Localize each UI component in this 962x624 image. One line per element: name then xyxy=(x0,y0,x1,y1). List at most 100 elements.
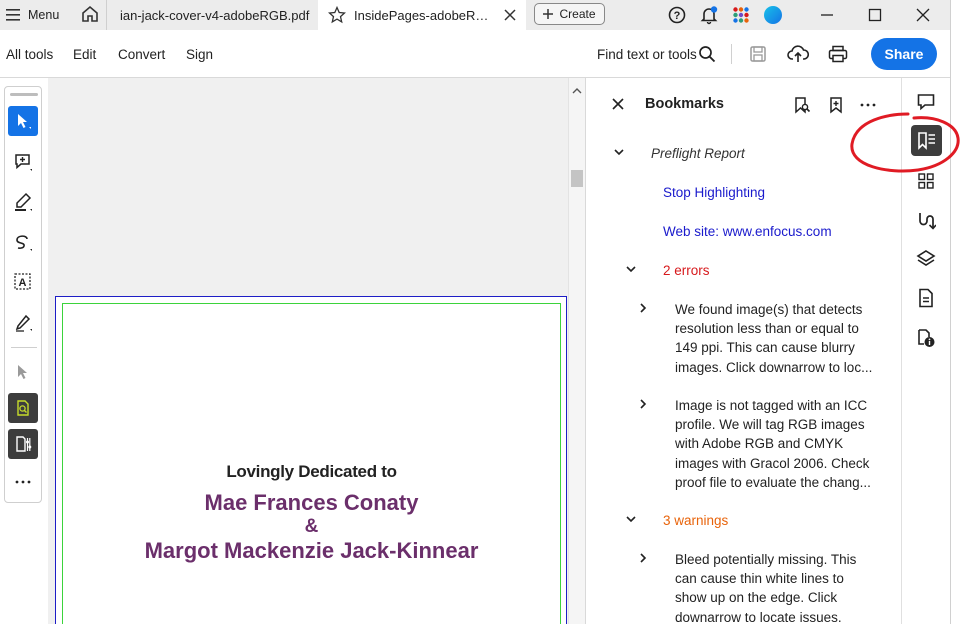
close-icon[interactable] xyxy=(612,98,624,110)
add-comment-tool[interactable] xyxy=(8,147,38,177)
bookmark-stop-highlighting[interactable]: Stop Highlighting xyxy=(663,183,765,202)
bookmark-preflight-report[interactable]: Preflight Report xyxy=(651,144,745,163)
panel-more-button[interactable] xyxy=(858,95,878,115)
layers-icon xyxy=(916,250,936,266)
bookmark-warning-bleed[interactable]: Bleed potentially missing. This can caus… xyxy=(675,550,880,624)
rail-bookmarks[interactable] xyxy=(911,125,942,156)
tab-label: InsidePages-adobeRGB.pdf xyxy=(354,7,494,23)
close-icon[interactable] xyxy=(502,7,518,23)
draw-tool[interactable] xyxy=(8,227,38,257)
find-text-or-tools[interactable]: Find text or tools xyxy=(597,47,697,62)
document-icon xyxy=(919,288,933,308)
dedication-heading: Lovingly Dedicated to xyxy=(226,462,397,481)
notifications-button[interactable] xyxy=(698,4,720,26)
pointer-icon xyxy=(18,365,27,379)
freehand-icon xyxy=(16,235,32,251)
text-box-tool[interactable]: A xyxy=(8,267,38,297)
menu-button[interactable]: Menu xyxy=(6,6,59,24)
more-icon xyxy=(860,103,876,107)
document-view[interactable]: Lovingly Dedicated to Mae Frances Conaty… xyxy=(48,78,568,624)
pdf-page: Lovingly Dedicated to Mae Frances Conaty… xyxy=(55,296,567,624)
bookmark-web-site[interactable]: Web site: www.enfocus.com xyxy=(663,222,832,241)
bookmark-line: Image is not tagged with an ICC xyxy=(675,398,868,413)
rail-comments[interactable] xyxy=(914,90,938,114)
rail-document-properties[interactable] xyxy=(914,326,938,350)
chevron-down-icon[interactable] xyxy=(625,513,637,525)
rail-document[interactable] xyxy=(914,286,938,310)
minimize-icon xyxy=(821,14,833,16)
scrollbar-thumb[interactable] xyxy=(571,170,583,187)
cursor-icon xyxy=(18,114,31,129)
rail-layers[interactable] xyxy=(914,247,938,271)
svg-text:A: A xyxy=(19,277,27,289)
help-button[interactable]: ? xyxy=(666,4,688,26)
select-object-tool[interactable] xyxy=(8,357,38,387)
preflight-tool[interactable] xyxy=(8,393,38,423)
tool-edit[interactable]: Edit xyxy=(73,47,96,62)
dedication-name-1: Mae Frances Conaty xyxy=(204,490,419,515)
chevron-right-icon[interactable] xyxy=(637,398,649,410)
bookmark-error-resolution[interactable]: We found image(s) that detects resolutio… xyxy=(675,300,880,377)
upload-button[interactable] xyxy=(787,43,809,65)
compare-icon xyxy=(919,213,936,230)
search-button[interactable] xyxy=(696,43,718,65)
document-scrollbar[interactable] xyxy=(568,78,585,624)
bookmark-line: Bleed potentially missing. This xyxy=(675,552,857,567)
rail-thumbnails[interactable] xyxy=(914,169,938,193)
bookmark-line: profile. We will tag RGB images xyxy=(675,417,865,433)
chevron-right-icon[interactable] xyxy=(637,302,649,314)
apps-button[interactable] xyxy=(730,4,752,26)
dedication-ampersand: & xyxy=(304,516,319,537)
title-bar: Menu ian-jack-cover-v4-adobeRGB.pdf Insi… xyxy=(0,0,962,30)
bookmark-line: images with Gracol 2006. Check xyxy=(675,455,870,471)
drag-handle[interactable] xyxy=(10,93,38,96)
search-icon xyxy=(699,46,716,63)
save-button[interactable] xyxy=(747,43,769,65)
bookmark-line: show up on the edge. Click xyxy=(675,590,838,606)
chevron-down-icon[interactable] xyxy=(625,263,637,275)
comment-add-icon xyxy=(15,154,32,171)
chevron-down-icon[interactable] xyxy=(613,146,625,158)
highlight-tool[interactable] xyxy=(8,187,38,217)
right-rail xyxy=(901,78,950,624)
bookmark-warnings[interactable]: 3 warnings xyxy=(663,511,728,530)
panel-title: Bookmarks xyxy=(645,96,724,112)
chevron-right-icon[interactable] xyxy=(637,552,649,564)
print-icon xyxy=(828,45,848,63)
dedication-name-2: Margot Mackenzie Jack-Kinnear xyxy=(144,538,479,563)
home-button[interactable] xyxy=(80,4,100,24)
hamburger-icon xyxy=(6,9,20,21)
minimize-button[interactable] xyxy=(816,4,838,26)
print-button[interactable] xyxy=(827,43,849,65)
bookmark-errors[interactable]: 2 errors xyxy=(663,261,710,280)
tool-convert[interactable]: Convert xyxy=(118,47,165,62)
sign-tool[interactable] xyxy=(8,307,38,337)
bookmark-line: images. Click downarrow to loc... xyxy=(675,359,873,375)
bookmark-add-icon xyxy=(830,97,842,114)
plus-icon xyxy=(543,9,554,19)
upload-icon xyxy=(787,45,809,62)
rail-compare[interactable] xyxy=(914,209,938,233)
more-tools-button[interactable] xyxy=(8,467,38,497)
bookmark-line: can cause thin white lines to xyxy=(675,571,844,587)
document-settings-icon xyxy=(16,436,32,452)
star-icon[interactable] xyxy=(328,6,346,24)
profile-button[interactable] xyxy=(762,4,784,26)
share-button[interactable]: Share xyxy=(871,38,937,70)
create-button[interactable]: Create xyxy=(534,3,605,25)
bookmark-search-button[interactable] xyxy=(792,95,812,115)
window-close-button[interactable] xyxy=(912,4,934,26)
tab-ian-jack-cover[interactable]: ian-jack-cover-v4-adobeRGB.pdf xyxy=(106,0,318,30)
maximize-button[interactable] xyxy=(864,4,886,26)
select-tool[interactable] xyxy=(8,106,38,136)
apps-icon xyxy=(733,7,749,23)
tab-label: ian-jack-cover-v4-adobeRGB.pdf xyxy=(120,7,310,23)
bookmark-error-icc-profile[interactable]: Image is not tagged with an ICC profile.… xyxy=(675,396,880,492)
tool-divider xyxy=(11,347,37,348)
tab-inside-pages[interactable]: InsidePages-adobeRGB.pdf xyxy=(318,0,526,30)
scroll-up-icon[interactable] xyxy=(572,86,582,96)
tool-sign[interactable]: Sign xyxy=(186,47,213,62)
tool-all-tools[interactable]: All tools xyxy=(6,47,53,62)
add-bookmark-button[interactable] xyxy=(826,95,846,115)
print-production-tool[interactable] xyxy=(8,429,38,459)
